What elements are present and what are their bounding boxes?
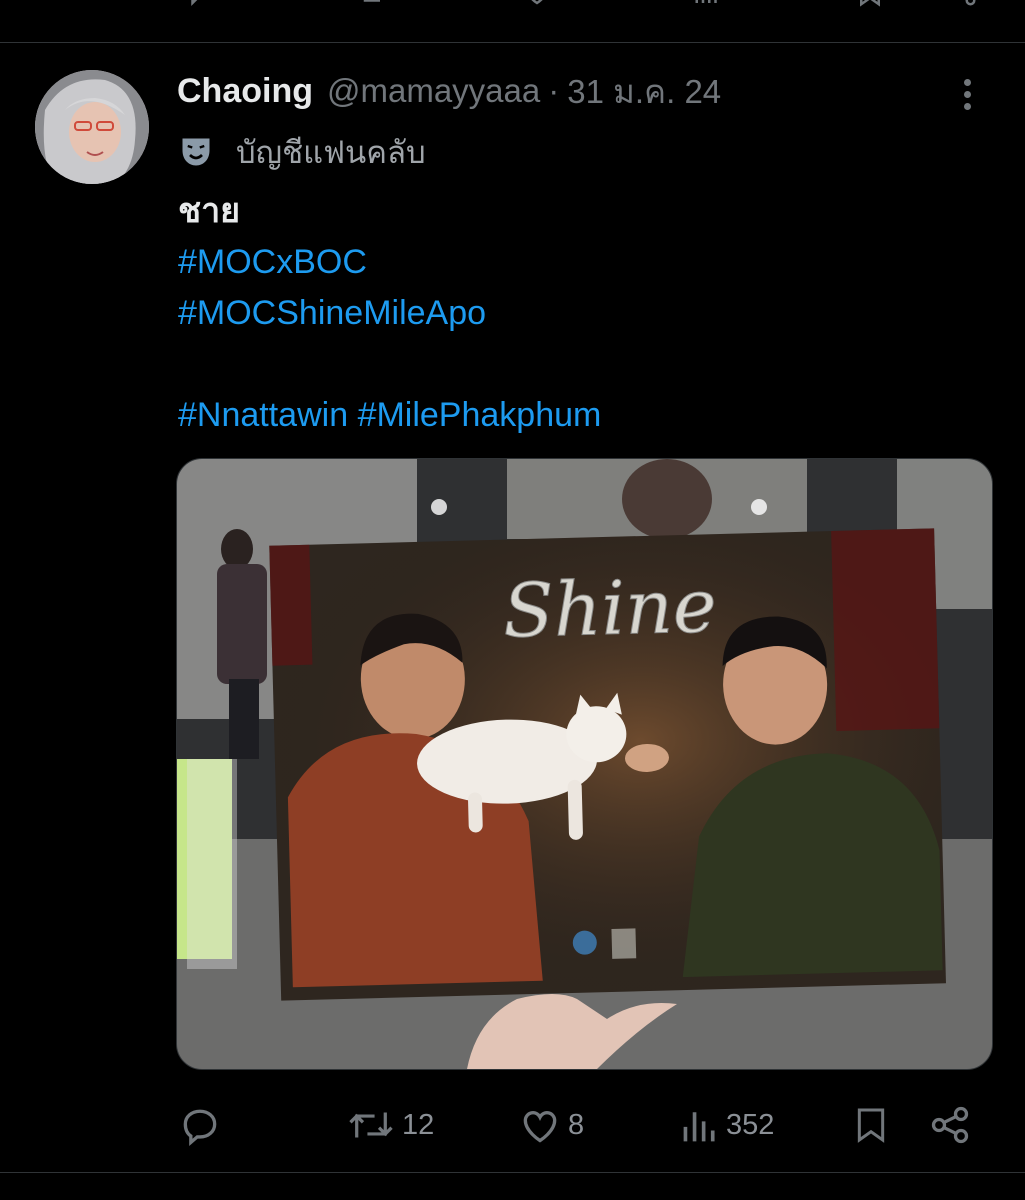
retweet-button[interactable]: 12: [346, 1100, 434, 1150]
fan-account-badge: บัญชีแฟนคลับ: [178, 128, 426, 176]
retweet-icon[interactable]: [355, 0, 405, 8]
hashtag-line: #MOCxBOC: [178, 237, 367, 287]
like-icon[interactable]: [522, 0, 572, 8]
tweet-screen: Chaoing @mamayyaaa · 31 ม.ค. 24 บัญชีแฟน…: [0, 0, 1025, 1200]
tweet-media-image[interactable]: Shine: [176, 458, 993, 1070]
poster-title: Shine: [502, 563, 718, 655]
separator: ·: [548, 72, 560, 109]
share-button[interactable]: [928, 1100, 972, 1150]
more-options-icon[interactable]: [952, 74, 982, 114]
views-button[interactable]: 352: [680, 1100, 774, 1150]
hashtag-link[interactable]: #Nnattawin: [178, 396, 348, 434]
retweet-icon: [349, 1112, 393, 1138]
reply-icon: [183, 1109, 217, 1147]
retweet-count: 12: [402, 1108, 435, 1141]
bookmark-icon: [857, 1108, 885, 1143]
tweet-text-line: ชาย: [178, 192, 241, 230]
hashtag-line: #Nnattawin #MilePhakphum: [178, 390, 601, 440]
heart-icon: [523, 1111, 557, 1143]
previous-tweet-actions: [0, 0, 1025, 18]
hashtag-link[interactable]: #MilePhakphum: [358, 396, 602, 434]
bookmark-button[interactable]: [851, 1100, 891, 1150]
display-name[interactable]: Chaoing: [177, 72, 313, 111]
hashtag-line: #MOCShineMileApo: [178, 288, 486, 338]
views-icon: [683, 1112, 715, 1142]
divider: [0, 42, 1025, 43]
theater-masks-icon: [182, 138, 210, 166]
hashtag-link[interactable]: #MOCShineMileApo: [178, 294, 486, 332]
fan-account-label: บัญชีแฟนคลับ: [236, 135, 426, 170]
tweet-header: Chaoing @mamayyaaa · 31 ม.ค. 24: [177, 66, 721, 116]
tweet-date[interactable]: 31 ม.ค. 24: [567, 65, 721, 118]
views-icon[interactable]: [683, 0, 753, 8]
photo-illustration: Shine: [177, 459, 992, 1069]
divider: [0, 1172, 1025, 1173]
bookmark-icon[interactable]: [855, 0, 885, 8]
reply-button[interactable]: [178, 1100, 228, 1150]
views-count: 352: [726, 1108, 775, 1141]
hashtag-link[interactable]: #MOCxBOC: [178, 243, 367, 281]
avatar-image: [35, 70, 149, 184]
share-icon: [931, 1106, 969, 1144]
like-button[interactable]: 8: [518, 1100, 584, 1150]
like-count: 8: [568, 1108, 585, 1141]
user-handle[interactable]: @mamayyaaa: [327, 72, 540, 110]
share-icon[interactable]: [948, 0, 978, 8]
avatar[interactable]: [35, 70, 149, 184]
reply-icon[interactable]: [185, 0, 215, 8]
tweet-actions: 12 8 352: [0, 1090, 1025, 1160]
